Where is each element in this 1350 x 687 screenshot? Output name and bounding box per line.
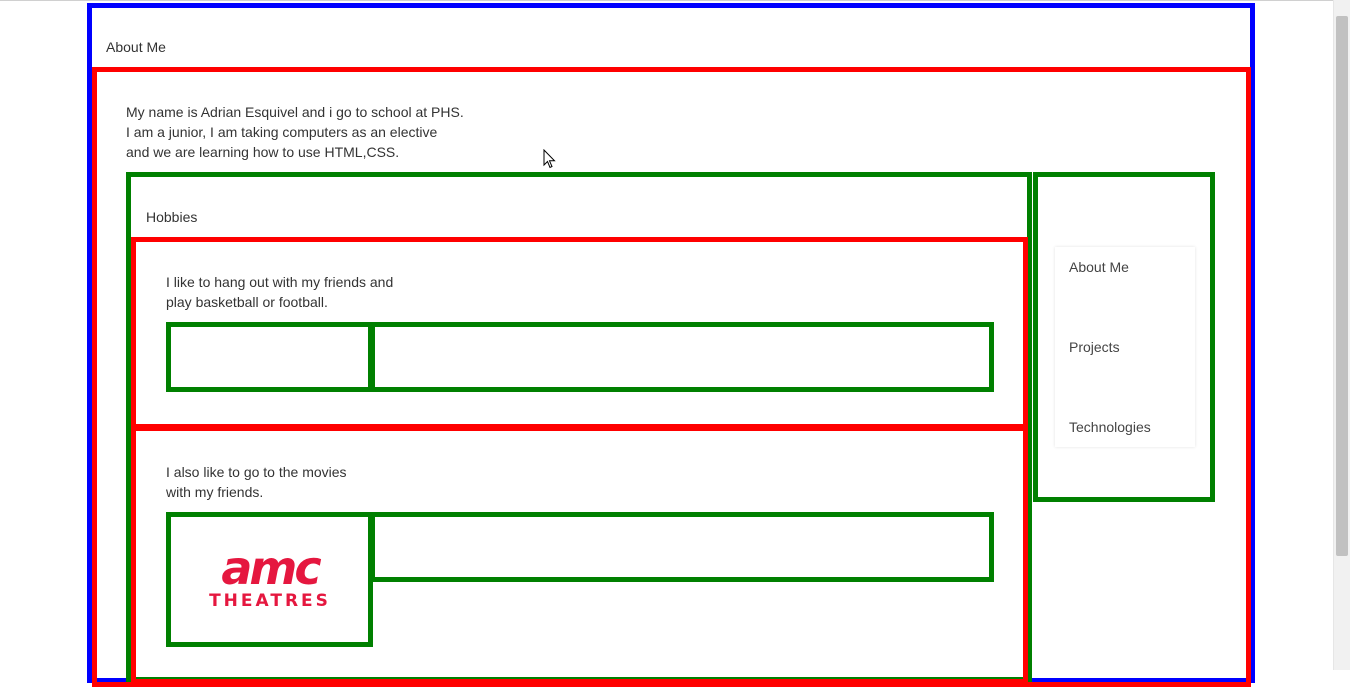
hobbies-title: Hobbies <box>146 209 198 225</box>
mouse-cursor-icon <box>543 149 556 169</box>
sidebar-item-projects[interactable]: Projects <box>1069 337 1120 357</box>
sidebar-item-technologies[interactable]: Technologies <box>1069 417 1151 437</box>
hobby-sports-content-box <box>370 322 994 392</box>
amc-theatres-logo: amc THEATRES <box>185 545 355 615</box>
amc-logo-word: amc <box>221 541 321 595</box>
hobby-movies-content-box <box>370 512 994 582</box>
hobby-sports-line-1: I like to hang out with my friends and <box>166 274 394 290</box>
browser-top-edge <box>0 0 1350 1</box>
intro-line-2: I am a junior, I am taking computers as … <box>126 124 438 140</box>
sidebar-nav: About Me Projects Technologies <box>1055 247 1195 447</box>
page-scrollbar[interactable] <box>1333 0 1350 670</box>
hobby-sports-image-box <box>166 322 373 392</box>
hobby-movies-line-2: with my friends. <box>166 484 264 500</box>
hobby-movies-line-1: I also like to go to the movies <box>166 464 347 480</box>
scrollbar-thumb[interactable] <box>1336 16 1348 556</box>
amc-logo-sub: THEATRES <box>209 591 331 611</box>
page-title: About Me <box>106 39 166 55</box>
intro-line-3: and we are learning how to use HTML,CSS. <box>126 144 400 160</box>
intro-line-1: My name is Adrian Esquivel and i go to s… <box>126 104 464 120</box>
hobby-sports-line-2: play basketball or football. <box>166 294 328 310</box>
sidebar-item-about-me[interactable]: About Me <box>1069 257 1129 277</box>
